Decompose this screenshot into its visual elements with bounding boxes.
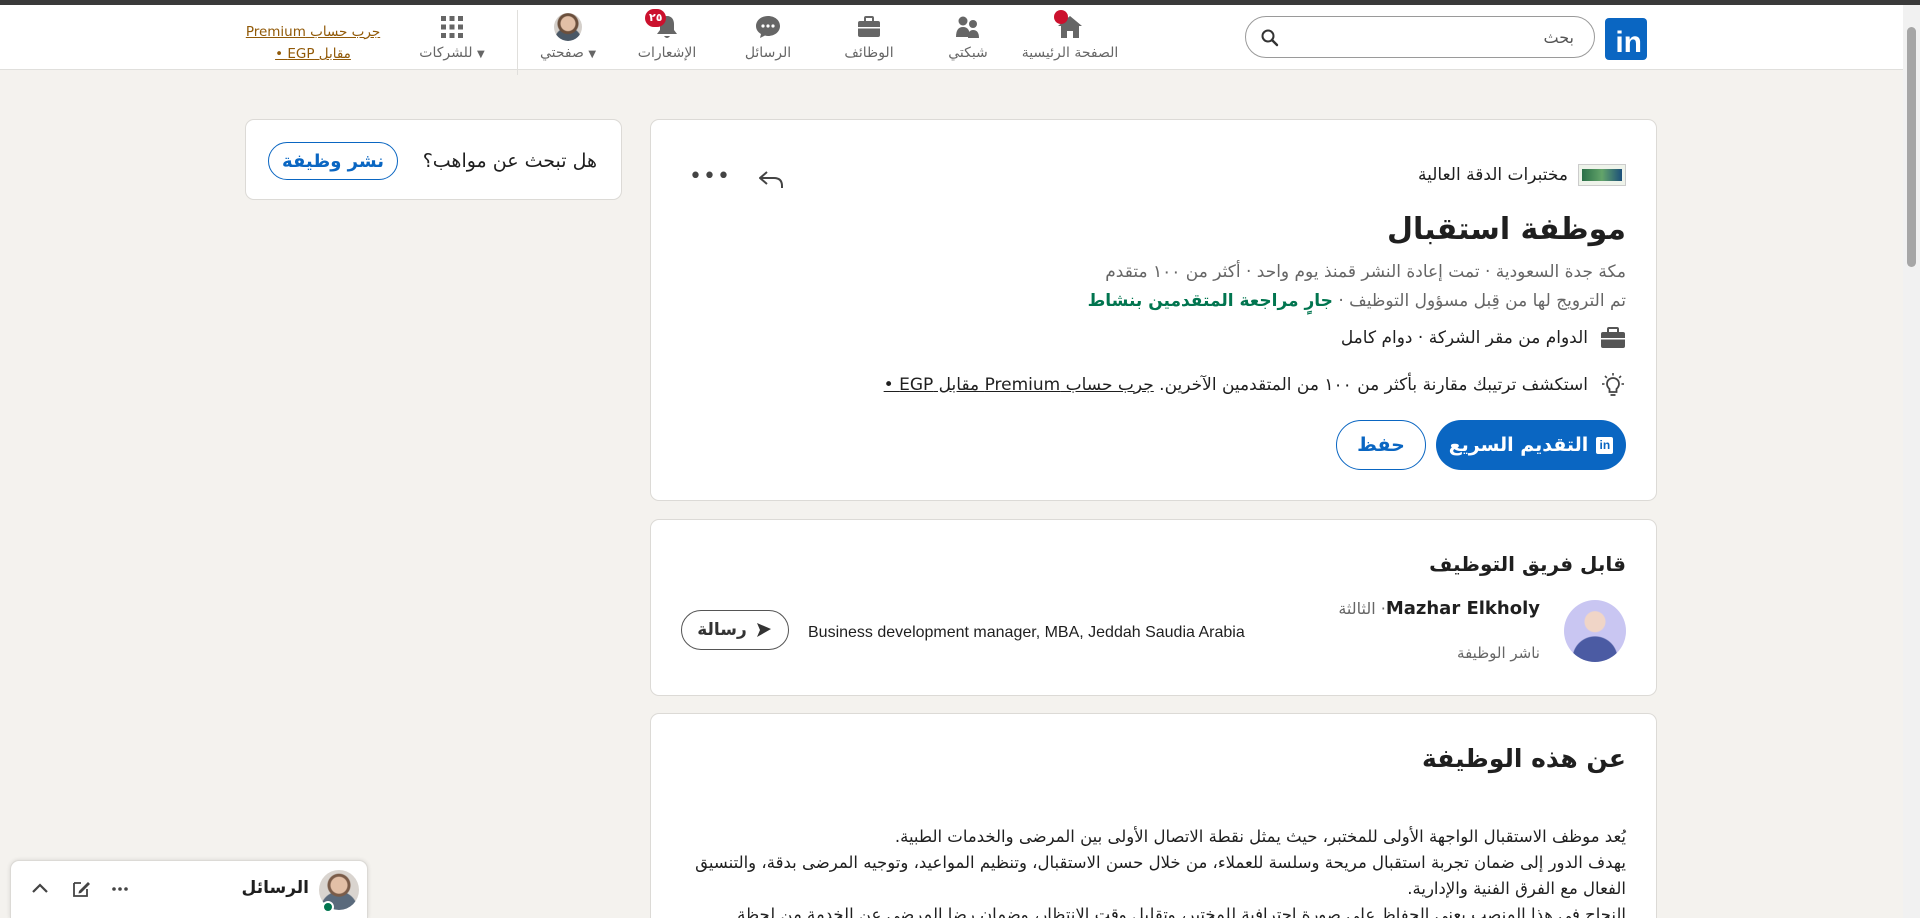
hiring-team-card: قابل فريق التوظيف Mazhar Elkholy· الثالث… — [650, 519, 1657, 696]
nav-jobs-label: الوظائف — [844, 45, 894, 61]
insight-sentence: استكشف ترتيبك مقارنة بأكثر من ١٠٠ من الم… — [1153, 375, 1588, 395]
poster-name-line: Mazhar Elkholy· الثالثة — [1338, 598, 1540, 619]
message-label: رسالة — [697, 620, 747, 640]
briefcase-icon — [1601, 327, 1625, 348]
post-job-button[interactable]: نشر وظيفة — [268, 142, 398, 180]
promoted-text: تم الترويج لها من قِبل مسؤول التوظيف · — [1332, 291, 1626, 311]
job-promoted-line: تم الترويج لها من قِبل مسؤول التوظيف · ج… — [1088, 291, 1626, 311]
page-scrollbar[interactable] — [1903, 5, 1920, 918]
nav-divider — [517, 10, 518, 75]
chevron-up-icon[interactable] — [29, 878, 51, 900]
messaging-overlay[interactable]: الرسائل — [10, 860, 368, 918]
home-notification-dot — [1054, 10, 1068, 24]
compose-icon[interactable] — [70, 878, 92, 900]
workplace-row: الدوام من مقر الشركة · دوام كامل — [1341, 326, 1626, 350]
nav-business[interactable]: للشركات ▼ — [413, 13, 491, 67]
home-icon — [1054, 10, 1084, 41]
hiring-team-heading: قابل فريق التوظيف — [1429, 552, 1626, 576]
connection-degree: · الثالثة — [1338, 599, 1386, 618]
nav-notifications-label: الإشعارات — [637, 45, 697, 61]
notifications-badge: ٢٥ — [645, 9, 667, 27]
search-input[interactable] — [1314, 25, 1574, 49]
poster-headline: Business development manager, MBA, Jedda… — [808, 624, 1245, 641]
online-status-dot — [322, 901, 334, 913]
poster-name[interactable]: Mazhar Elkholy — [1386, 598, 1540, 619]
nav-me-label: صفحتي ▼ — [539, 45, 597, 61]
save-button[interactable]: حفظ — [1336, 420, 1426, 470]
nav-home[interactable]: الصفحة الرئيسية — [1015, 10, 1125, 67]
bell-icon: ٢٥ — [645, 9, 681, 41]
workplace-text: الدوام من مقر الشركة · دوام كامل — [1340, 328, 1588, 348]
messaging-icon — [754, 13, 782, 41]
easy-apply-button[interactable]: in التقديم السريع — [1436, 420, 1626, 470]
nav-business-label: للشركات ▼ — [419, 45, 485, 61]
nav-notifications[interactable]: ٢٥ الإشعارات — [622, 9, 712, 67]
premium-upsell-link[interactable]: جرب حساب Premium مقابل EGP • — [238, 21, 388, 65]
company-name[interactable]: مختبرات الدقة العالية — [1418, 165, 1568, 185]
premium-line-2: مقابل EGP • — [275, 46, 351, 62]
search-icon[interactable] — [1260, 28, 1280, 48]
network-icon — [954, 13, 982, 41]
more-options-icon[interactable]: ••• — [689, 164, 730, 194]
nav-jobs[interactable]: الوظائف — [826, 13, 912, 67]
share-icon[interactable] — [756, 164, 786, 194]
search-box[interactable] — [1245, 16, 1595, 58]
nav-messaging[interactable]: الرسائل — [730, 13, 806, 67]
grid-icon — [438, 13, 466, 41]
about-heading: عن هذه الوظيفة — [1421, 744, 1626, 773]
easy-apply-label: التقديم السريع — [1448, 434, 1589, 456]
nav-network-label: شبكتي — [948, 45, 988, 61]
insight-text: استكشف ترتيبك مقارنة بأكثر من ١٠٠ من الم… — [884, 375, 1588, 395]
linkedin-logo[interactable]: in — [1605, 18, 1647, 60]
nav-me[interactable]: صفحتي ▼ — [530, 13, 606, 67]
jobs-icon — [855, 13, 883, 41]
company-row[interactable]: مختبرات الدقة العالية — [1418, 164, 1626, 186]
insight-premium-link[interactable]: جرب حساب Premium مقابل EGP • — [884, 375, 1154, 395]
lightbulb-icon — [1602, 373, 1624, 396]
job-details-card: مختبرات الدقة العالية ••• موظفة استقبال … — [650, 119, 1657, 501]
talent-card: هل تبحث عن مواهب؟ نشر وظيفة — [245, 119, 622, 200]
message-button[interactable]: رسالة — [681, 610, 789, 650]
chevron-down-icon: ▼ — [476, 49, 485, 60]
active-review-text: جارٍ مراجعة المتقدمين بنشاط — [1087, 291, 1333, 311]
nav-home-label: الصفحة الرئيسية — [1021, 45, 1119, 61]
scrollbar-thumb[interactable] — [1907, 27, 1916, 267]
send-icon — [756, 623, 771, 637]
more-icon[interactable] — [109, 878, 131, 900]
talent-question: هل تبحث عن مواهب؟ — [422, 150, 597, 172]
nav-network[interactable]: شبكتي — [930, 13, 1006, 67]
linkedin-mini-icon: in — [1596, 436, 1614, 454]
job-title: موظفة استقبال — [1386, 212, 1626, 247]
company-logo — [1578, 164, 1626, 186]
poster-avatar[interactable] — [1564, 600, 1626, 662]
premium-line-1: جرب حساب Premium — [245, 24, 381, 40]
messaging-title: الرسائل — [241, 878, 309, 898]
chevron-down-icon: ▼ — [588, 49, 597, 60]
top-navbar: in الصفحة الرئيسية شبكتي — [0, 5, 1903, 75]
profile-avatar — [554, 13, 582, 41]
about-job-card: عن هذه الوظيفة يُعد موظف الاستقبال الواج… — [650, 713, 1657, 918]
insight-row: استكشف ترتيبك مقارنة بأكثر من ١٠٠ من الم… — [884, 372, 1626, 398]
nav-messaging-label: الرسائل — [744, 45, 792, 61]
job-description: يُعد موظف الاستقبال الواجهة الأولى للمخت… — [695, 827, 1626, 918]
poster-role: ناشر الوظيفة — [1457, 644, 1540, 662]
job-meta: مكة جدة السعودية · تمت إعادة النشر قمنذ … — [1105, 262, 1626, 282]
